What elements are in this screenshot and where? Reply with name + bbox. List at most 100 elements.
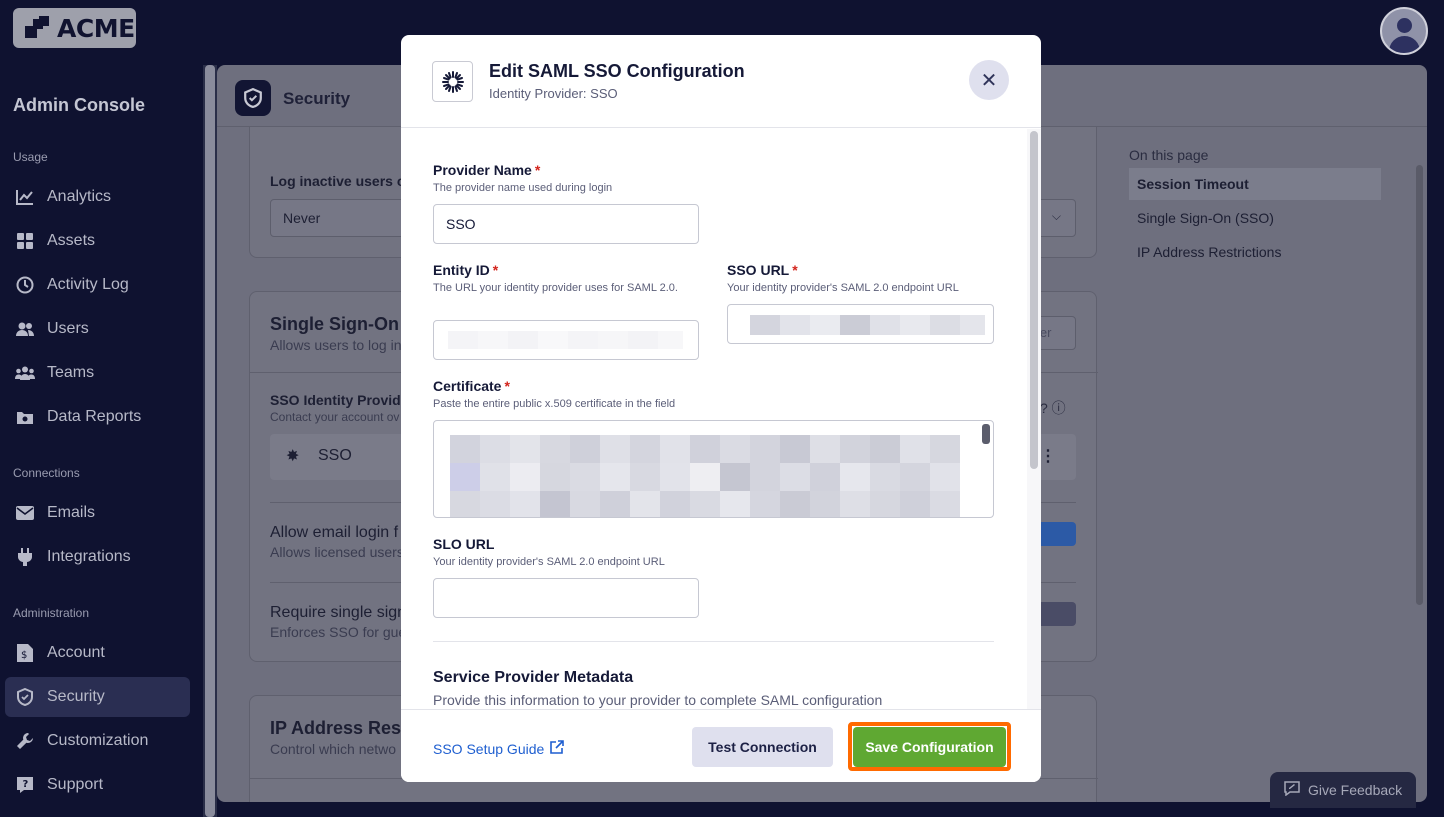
plug-icon: [15, 547, 35, 567]
support-icon: ?: [15, 775, 35, 795]
slo-url-input[interactable]: [433, 578, 699, 618]
require-sso-toggle[interactable]: [1036, 602, 1076, 626]
envelope-icon: [15, 503, 35, 523]
certificate-label: Certificate *: [433, 378, 510, 394]
sidebar-scrollbar-thumb[interactable]: [205, 65, 215, 817]
provider-name-label: Provider Name *: [433, 162, 541, 178]
sidebar-item-activity-log[interactable]: Activity Log: [5, 265, 190, 305]
sidebar-item-label: Analytics: [47, 188, 112, 205]
sidebar-item-label: Assets: [47, 232, 96, 249]
section-divider: [433, 641, 994, 642]
console-title: Admin Console: [13, 95, 146, 115]
sidebar-item-label: Teams: [47, 364, 95, 381]
sso-idp-name: SSO: [318, 447, 352, 464]
require-sso-sub: Enforces SSO for gue: [270, 624, 407, 640]
shield-icon: [15, 687, 35, 707]
sidebar-item-analytics[interactable]: Analytics: [5, 177, 190, 217]
page-scrollbar[interactable]: [1416, 165, 1423, 605]
sidebar-item-assets[interactable]: Assets: [5, 221, 190, 261]
page-title: Security: [283, 89, 351, 108]
allow-email-sub: Allows licensed users: [270, 544, 404, 560]
external-link-icon: [550, 740, 565, 757]
slo-url-label: SLO URL: [433, 536, 495, 552]
entity-id-input[interactable]: [433, 320, 699, 360]
toc-item-sso[interactable]: Single Sign-On (SSO): [1129, 202, 1381, 234]
sidebar-item-customization[interactable]: Customization: [5, 721, 190, 761]
modal-subtitle: Identity Provider: SSO: [489, 86, 618, 101]
feedback-label: Give Feedback: [1308, 782, 1403, 798]
modal-footer: SSO Setup Guide Test Connection Save Con…: [401, 709, 1041, 782]
sidebar-item-label: Support: [47, 776, 104, 793]
redacted-value: [448, 331, 683, 349]
give-feedback-button[interactable]: Give Feedback: [1270, 772, 1416, 808]
guide-link-label: SSO Setup Guide: [433, 740, 545, 757]
slo-url-help: Your identity provider's SAML 2.0 endpoi…: [433, 556, 665, 568]
sso-url-input[interactable]: [727, 304, 994, 344]
sidebar-item-support[interactable]: ? Support: [5, 765, 190, 805]
sidebar-item-emails[interactable]: Emails: [5, 493, 190, 533]
sidebar-item-users[interactable]: Users: [5, 309, 190, 349]
sidebar-item-teams[interactable]: Teams: [5, 353, 190, 393]
account-icon: $: [15, 643, 35, 663]
sso-url-label: SSO URL *: [727, 262, 798, 278]
svg-text:$: $: [21, 650, 27, 661]
metadata-subtitle: Provide this information to your provide…: [433, 692, 883, 708]
sidebar-item-label: Emails: [47, 504, 96, 521]
sidebar-item-security[interactable]: Security: [5, 677, 190, 717]
close-button[interactable]: ✕: [969, 60, 1009, 100]
sidebar-item-label: Activity Log: [47, 276, 129, 293]
report-icon: [15, 407, 35, 427]
metadata-title: Service Provider Metadata: [433, 669, 634, 686]
logo-text: ACME: [57, 13, 135, 43]
more-vertical-icon[interactable]: ⋮: [1040, 446, 1056, 466]
allow-email-title: Allow email login f: [270, 524, 399, 541]
sidebar-item-account[interactable]: $ Account: [5, 633, 190, 673]
redacted-value: [750, 315, 985, 335]
log-inactive-value: Never: [283, 210, 321, 226]
sso-card-title: Single Sign-On (: [270, 314, 410, 334]
sidebar-item-label: Data Reports: [47, 408, 142, 425]
chart-line-icon: [15, 187, 35, 207]
toc-item-ip-restrictions[interactable]: IP Address Restrictions: [1129, 236, 1381, 268]
ip-card-subtitle: Control which netwo: [270, 741, 397, 757]
provider-name-input[interactable]: [433, 204, 699, 244]
chevron-down-icon: ⌵: [1051, 209, 1061, 223]
sidebar-item-integrations[interactable]: Integrations: [5, 537, 190, 577]
ip-card-title: IP Address Restr: [270, 718, 415, 738]
modal-header: Edit SAML SSO Configuration Identity Pro…: [401, 35, 1041, 128]
toc-title: On this page: [1129, 147, 1209, 163]
section-label-usage: Usage: [13, 150, 48, 164]
save-configuration-button[interactable]: Save Configuration: [853, 727, 1006, 767]
acme-logo[interactable]: ACME: [13, 8, 136, 48]
log-inactive-label: Log inactive users ou: [270, 173, 414, 189]
page-shield-icon: [235, 80, 271, 116]
allow-email-toggle[interactable]: [1036, 522, 1076, 546]
redacted-certificate: [450, 435, 960, 517]
modal-scrollbar-thumb[interactable]: [1030, 131, 1038, 469]
certificate-textarea[interactable]: [433, 420, 994, 518]
sso-idp-logo-icon: ✸: [286, 448, 300, 465]
sso-url-help: Your identity provider's SAML 2.0 endpoi…: [727, 282, 959, 294]
toc-item-session-timeout[interactable]: Session Timeout: [1129, 168, 1381, 200]
feedback-icon: [1284, 781, 1300, 799]
help-icon[interactable]: ? ⓘ: [1040, 398, 1066, 418]
modal-title: Edit SAML SSO Configuration: [489, 61, 745, 81]
modal-body[interactable]: Provider Name * The provider name used du…: [401, 129, 1041, 709]
test-connection-button[interactable]: Test Connection: [692, 727, 833, 767]
section-label-administration: Administration: [13, 606, 90, 620]
logo-mark-icon: [25, 16, 51, 40]
user-icon: [15, 319, 35, 339]
edit-saml-modal: Edit SAML SSO Configuration Identity Pro…: [401, 35, 1041, 782]
team-icon: [15, 363, 35, 383]
user-avatar[interactable]: [1380, 7, 1428, 55]
sidebar-item-data-reports[interactable]: Data Reports: [5, 397, 190, 437]
section-label-connections: Connections: [13, 466, 80, 480]
sso-idp-title: SSO Identity Provide: [270, 392, 409, 408]
sso-card-subtitle: Allows users to log in: [270, 337, 402, 353]
sidebar-item-label: Account: [47, 644, 105, 661]
grid-icon: [15, 231, 35, 251]
sidebar: Admin Console Usage Analytics Assets Act…: [0, 65, 202, 817]
certificate-scrollbar[interactable]: [982, 424, 990, 444]
sso-setup-guide-link[interactable]: SSO Setup Guide: [433, 740, 565, 757]
require-sso-title: Require single sign: [270, 604, 407, 621]
